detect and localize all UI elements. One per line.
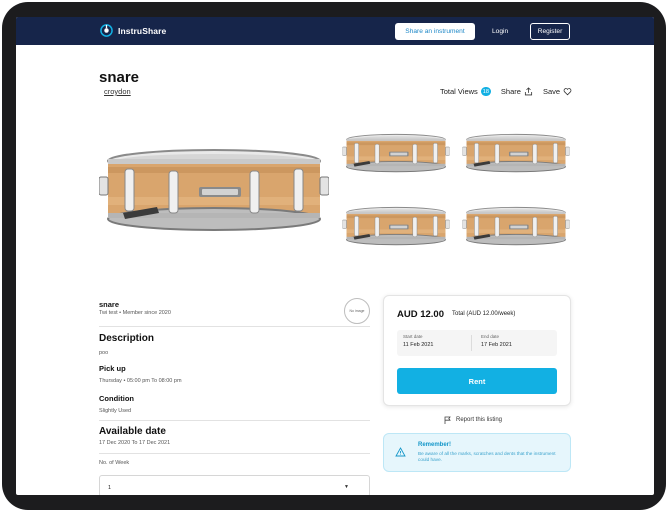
pickup-text: Thursday • 05:00 pm To 08:00 pm: [99, 378, 182, 384]
divider: [99, 326, 370, 327]
rent-button[interactable]: Rent: [397, 368, 557, 394]
share-button[interactable]: Share: [501, 87, 533, 96]
end-date-field[interactable]: End date 17 Feb 2021: [481, 334, 512, 348]
top-navbar: InstruShare Share an instrument Login Re…: [16, 17, 654, 45]
chevron-down-icon: ▼: [344, 484, 349, 490]
weeks-select-value: 1: [108, 485, 112, 491]
end-date-value: 17 Feb 2021: [481, 342, 512, 348]
listing-title: snare: [99, 69, 140, 86]
views-count-badge: 18: [480, 87, 491, 96]
brand-logo[interactable]: InstruShare: [100, 24, 166, 37]
save-button[interactable]: Save: [543, 87, 572, 96]
date-range-picker[interactable]: Start date 11 Feb 2021 End date 17 Feb 2…: [397, 330, 557, 356]
total-views-label: Total Views: [440, 87, 478, 96]
thumbnail-photo[interactable]: [340, 206, 452, 248]
save-label: Save: [542, 87, 561, 96]
listing-location-link[interactable]: croydon: [104, 87, 131, 96]
seller-name: snare: [99, 300, 120, 309]
weeks-label: No. of Week: [99, 460, 130, 466]
description-text: poo: [99, 350, 109, 356]
listing-actions: Total Views 18 Share Save: [440, 87, 572, 96]
availability-text: 17 Dec 2020 To 17 Dec 2021: [99, 440, 171, 446]
weeks-select[interactable]: 1 ▼: [99, 475, 370, 495]
thumbnail-photo[interactable]: [340, 133, 452, 175]
flag-icon: [444, 416, 451, 424]
brand-name: InstruShare: [118, 25, 167, 36]
share-icon: [524, 87, 532, 96]
price-total: Total (AUD 12.00/week): [452, 311, 516, 317]
price: AUD 12.00: [397, 309, 444, 320]
seller-meta: Twi test • Member since 2020: [99, 310, 171, 316]
total-views: Total Views 18: [440, 87, 491, 96]
seller-avatar[interactable]: No image: [344, 298, 370, 324]
thumbnail-photo[interactable]: [460, 133, 572, 175]
availability-heading: Available date: [99, 426, 166, 437]
reminder-text: Be aware of all the marks, scratches and…: [418, 451, 556, 463]
register-button[interactable]: Register: [530, 23, 570, 40]
brand-logo-icon: [100, 24, 113, 37]
warning-icon: [395, 447, 406, 457]
share-instrument-button[interactable]: Share an instrument: [395, 23, 475, 40]
start-date-field[interactable]: Start date 11 Feb 2021: [403, 334, 433, 348]
end-date-label: End date: [481, 334, 500, 339]
description-heading: Description: [99, 333, 155, 344]
browser-screen: InstruShare Share an instrument Login Re…: [16, 17, 654, 495]
pickup-heading: Pick up: [99, 364, 126, 373]
divider: [99, 420, 370, 421]
date-separator: [471, 335, 472, 351]
login-link[interactable]: Login: [492, 23, 508, 40]
divider: [99, 453, 370, 454]
condition-heading: Condition: [99, 394, 134, 403]
report-label: Report this listing: [456, 417, 503, 423]
condition-text: Slightly Used: [99, 408, 132, 414]
tablet-frame: InstruShare Share an instrument Login Re…: [2, 2, 666, 510]
start-date-label: Start date: [403, 334, 423, 339]
thumbnail-photo[interactable]: [460, 206, 572, 248]
report-listing-link[interactable]: Report this listing: [444, 416, 502, 424]
heart-icon: [563, 88, 572, 96]
booking-card: AUD 12.00 Total (AUD 12.00/week) Start d…: [383, 295, 571, 406]
reminder-title: Remember!: [418, 442, 452, 448]
start-date-value: 11 Feb 2021: [403, 342, 434, 348]
share-label: Share: [500, 87, 521, 96]
reminder-alert: Remember! Be aware of all the marks, scr…: [383, 433, 571, 472]
main-instrument-photo[interactable]: [99, 147, 329, 237]
